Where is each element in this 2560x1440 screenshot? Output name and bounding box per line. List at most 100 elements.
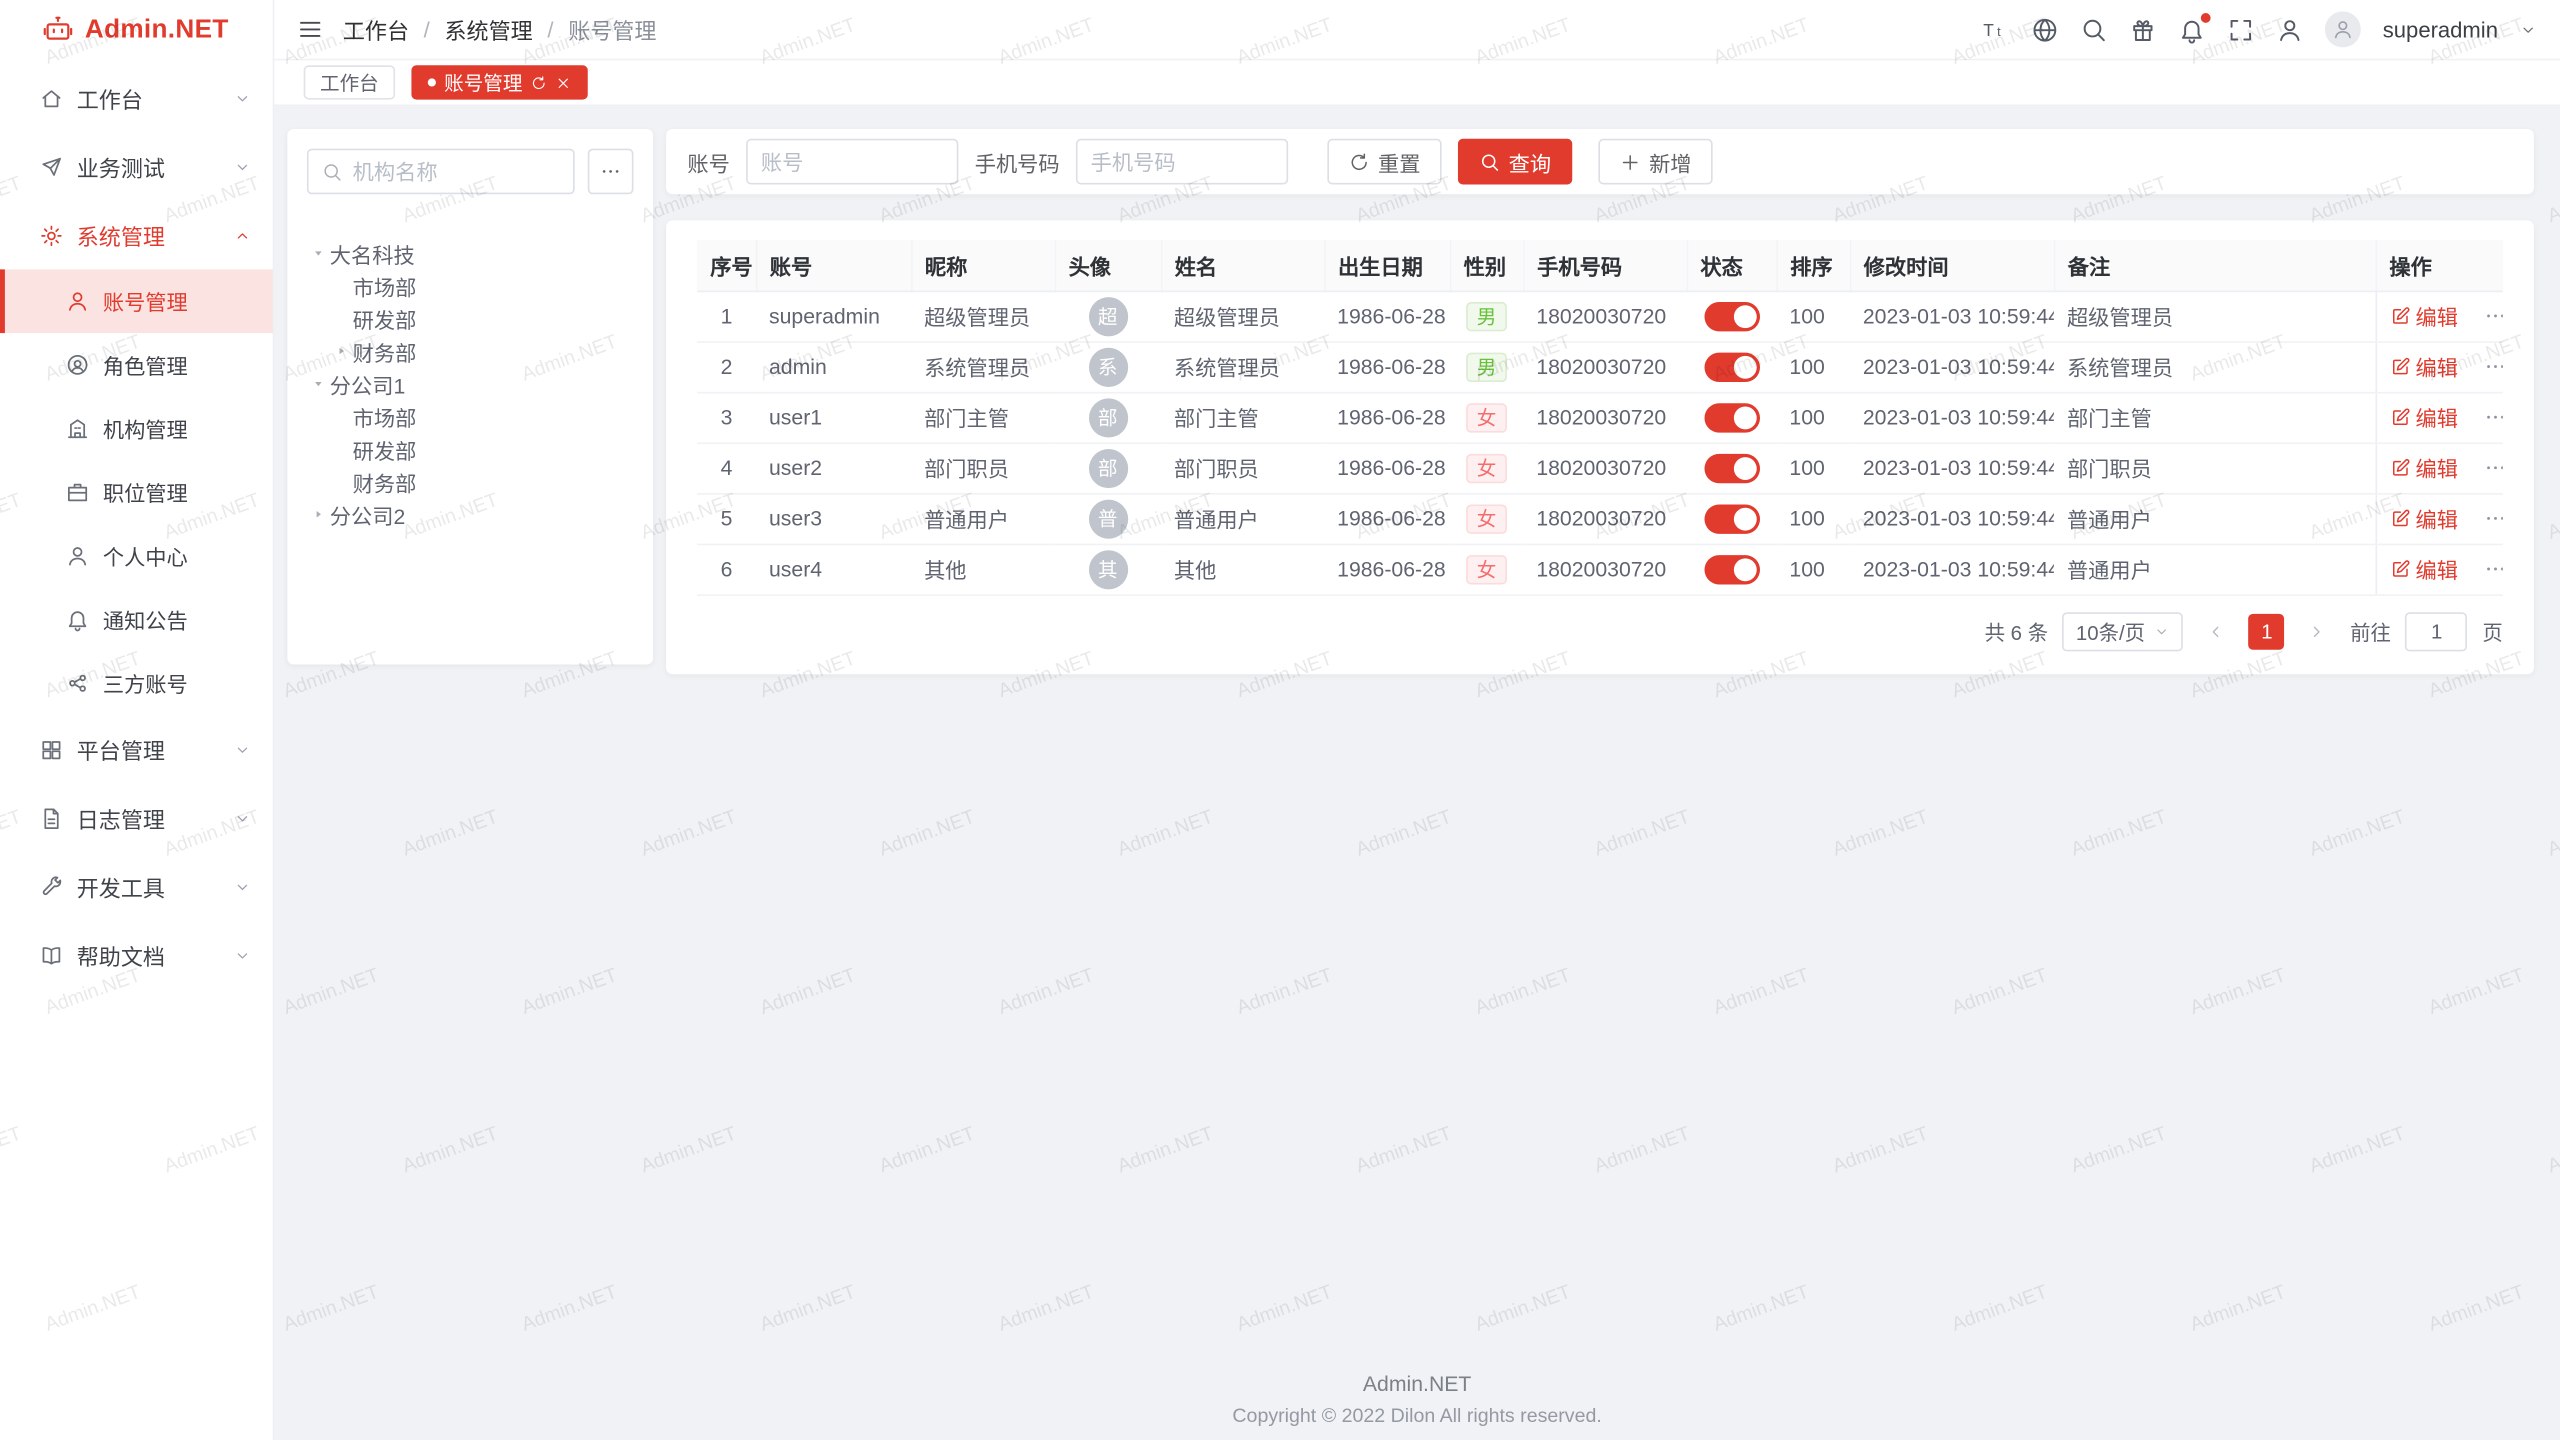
edit-button[interactable]: 编辑 bbox=[2389, 402, 2458, 433]
active-dot-icon bbox=[428, 78, 436, 86]
sidebar-item[interactable]: 职位管理 bbox=[0, 460, 273, 524]
sidebar-item[interactable]: 系统管理 bbox=[0, 201, 273, 270]
cell-index: 4 bbox=[697, 442, 756, 493]
tree-item[interactable]: 分公司2 bbox=[307, 498, 634, 531]
row-more-icon[interactable] bbox=[2483, 506, 2502, 530]
org-search-input[interactable] bbox=[353, 159, 560, 183]
breadcrumb-label: 账号管理 bbox=[568, 13, 656, 46]
org-tree: 大名科技 市场部 研发部 财务部 bbox=[307, 237, 634, 531]
row-more-icon[interactable] bbox=[2483, 405, 2502, 429]
total-count: 共 6 条 bbox=[1985, 616, 2049, 647]
collapse-menu-icon[interactable] bbox=[297, 16, 323, 42]
sidebar-item[interactable]: 业务测试 bbox=[0, 132, 273, 201]
status-toggle[interactable] bbox=[1704, 301, 1760, 330]
breadcrumb-item[interactable]: / 系统管理 bbox=[424, 13, 533, 46]
phone-field[interactable] bbox=[1076, 139, 1288, 185]
status-toggle[interactable] bbox=[1704, 453, 1760, 482]
view-tab[interactable]: 账号管理 bbox=[411, 65, 587, 99]
cell-birthdate: 1986-06-28 bbox=[1324, 392, 1450, 443]
status-toggle[interactable] bbox=[1704, 352, 1760, 381]
reset-label: 重置 bbox=[1378, 146, 1420, 177]
tree-item[interactable]: 研发部 bbox=[307, 302, 634, 335]
org-tree-panel: 大名科技 市场部 研发部 财务部 bbox=[287, 129, 653, 665]
fontsize-icon[interactable]: Tt bbox=[1983, 16, 2011, 44]
fullscreen-icon[interactable] bbox=[2228, 16, 2256, 44]
tab-refresh-icon[interactable] bbox=[531, 74, 547, 90]
cell-gender: 女 bbox=[1450, 544, 1523, 595]
app-name: Admin.NET bbox=[85, 16, 229, 45]
cell-phone: 18020030720 bbox=[1523, 291, 1686, 342]
prev-page-button[interactable] bbox=[2198, 613, 2234, 649]
username[interactable]: superadmin bbox=[2383, 17, 2498, 41]
row-more-icon[interactable] bbox=[2483, 354, 2502, 378]
gift-icon[interactable] bbox=[2130, 16, 2158, 44]
chevron-down-icon bbox=[233, 89, 251, 107]
edit-button[interactable]: 编辑 bbox=[2389, 553, 2458, 584]
edit-icon bbox=[2389, 407, 2410, 428]
status-toggle[interactable] bbox=[1704, 554, 1760, 583]
tree-item[interactable]: 分公司1 bbox=[307, 367, 634, 400]
user-menu-chevron-icon[interactable] bbox=[2519, 20, 2537, 38]
query-button[interactable]: 查询 bbox=[1458, 139, 1572, 185]
tree-item[interactable]: 财务部 bbox=[307, 335, 634, 368]
tab-close-icon[interactable] bbox=[555, 74, 571, 90]
sidebar-item[interactable]: 通知公告 bbox=[0, 588, 273, 652]
view-tab[interactable]: 工作台 bbox=[304, 65, 395, 99]
account-input[interactable] bbox=[761, 149, 944, 173]
tree-item[interactable]: 大名科技 bbox=[307, 237, 634, 270]
edit-button[interactable]: 编辑 bbox=[2389, 503, 2458, 534]
page-size-value: 10条/页 bbox=[2076, 616, 2145, 647]
tree-item[interactable]: 市场部 bbox=[307, 269, 634, 302]
sidebar-item[interactable]: 帮助文档 bbox=[0, 921, 273, 990]
sidebar-item[interactable]: 个人中心 bbox=[0, 524, 273, 588]
tree-item-label: 研发部 bbox=[353, 303, 417, 334]
sidebar-item[interactable]: 三方账号 bbox=[0, 651, 273, 715]
cell-remark: 普通用户 bbox=[2054, 544, 2376, 595]
user-avatar[interactable] bbox=[2326, 11, 2362, 47]
sidebar-item[interactable]: 角色管理 bbox=[0, 333, 273, 397]
tree-item[interactable]: 市场部 bbox=[307, 400, 634, 433]
row-more-icon[interactable] bbox=[2483, 304, 2502, 328]
app-logo[interactable]: Admin.NET bbox=[0, 0, 273, 60]
cell-actions: 编辑 bbox=[2376, 493, 2503, 544]
cell-nickname: 其他 bbox=[911, 544, 1055, 595]
next-page-button[interactable] bbox=[2300, 613, 2336, 649]
sidebar-item[interactable]: 开发工具 bbox=[0, 852, 273, 921]
user-icon[interactable] bbox=[2277, 16, 2305, 44]
sidebar-item[interactable]: 工作台 bbox=[0, 64, 273, 133]
status-toggle[interactable] bbox=[1704, 402, 1760, 431]
phone-input[interactable] bbox=[1091, 149, 1274, 173]
sidebar-item[interactable]: 日志管理 bbox=[0, 784, 273, 853]
breadcrumb: / 工作台 / 系统管理 / 账号管理 bbox=[343, 13, 657, 46]
tree-item[interactable]: 研发部 bbox=[307, 433, 634, 466]
column-header: 出生日期 bbox=[1324, 240, 1450, 291]
account-field[interactable] bbox=[746, 139, 958, 185]
add-button[interactable]: 新增 bbox=[1598, 139, 1712, 185]
row-more-icon[interactable] bbox=[2483, 557, 2502, 581]
caret-down-icon bbox=[307, 372, 330, 395]
sidebar-item[interactable]: 机构管理 bbox=[0, 397, 273, 461]
edit-button[interactable]: 编辑 bbox=[2389, 300, 2458, 331]
breadcrumb-item[interactable]: / 工作台 bbox=[343, 13, 409, 46]
account-label: 账号 bbox=[687, 146, 729, 177]
page-size-select[interactable]: 10条/页 bbox=[2063, 611, 2184, 650]
search-icon[interactable] bbox=[2081, 16, 2109, 44]
reset-button[interactable]: 重置 bbox=[1327, 139, 1441, 185]
tree-item[interactable]: 财务部 bbox=[307, 465, 634, 498]
goto-page-input[interactable] bbox=[2406, 611, 2468, 650]
column-header: 序号 bbox=[697, 240, 756, 291]
org-more-button[interactable] bbox=[588, 149, 634, 195]
cell-status bbox=[1687, 544, 1777, 595]
status-toggle[interactable] bbox=[1704, 504, 1760, 533]
row-more-icon[interactable] bbox=[2483, 456, 2502, 480]
edit-button[interactable]: 编辑 bbox=[2389, 452, 2458, 483]
breadcrumb-item[interactable]: / 账号管理 bbox=[547, 13, 656, 46]
edit-button[interactable]: 编辑 bbox=[2389, 351, 2458, 382]
globe-icon[interactable] bbox=[2032, 16, 2060, 44]
sidebar-item[interactable]: 账号管理 bbox=[0, 269, 273, 333]
page-number-current[interactable]: 1 bbox=[2249, 613, 2285, 649]
avatar: 系 bbox=[1088, 347, 1127, 386]
sidebar-item[interactable]: 平台管理 bbox=[0, 715, 273, 784]
bell-icon[interactable] bbox=[2179, 16, 2207, 44]
org-search-field[interactable] bbox=[307, 149, 575, 195]
